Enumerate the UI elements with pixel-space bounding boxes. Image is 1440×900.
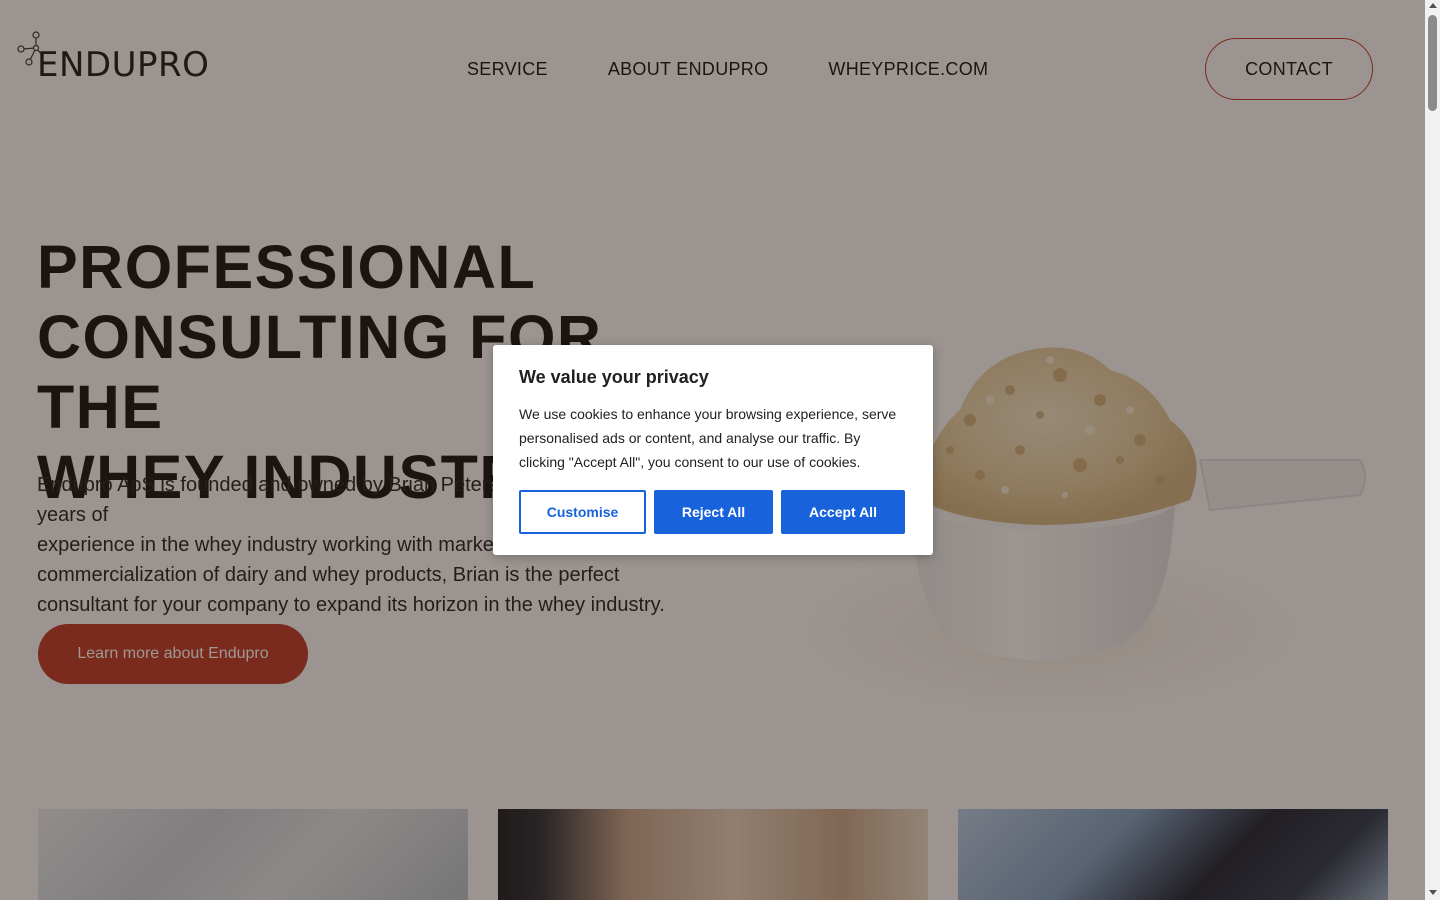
cookie-title: We value your privacy <box>519 367 709 387</box>
chevron-down-icon[interactable] <box>1429 890 1437 895</box>
accept-all-button[interactable]: Accept All <box>781 490 905 534</box>
scrollbar[interactable] <box>1425 0 1440 900</box>
customise-button[interactable]: Customise <box>519 490 646 534</box>
reject-all-button[interactable]: Reject All <box>654 490 773 534</box>
cookie-consent-dialog: We value your privacy We use cookies to … <box>493 345 933 555</box>
scrollbar-thumb[interactable] <box>1428 15 1437 111</box>
cookie-buttons: Customise Reject All Accept All <box>519 490 907 534</box>
cookie-text: We use cookies to enhance your browsing … <box>519 406 897 470</box>
chevron-up-icon[interactable] <box>1429 3 1437 8</box>
